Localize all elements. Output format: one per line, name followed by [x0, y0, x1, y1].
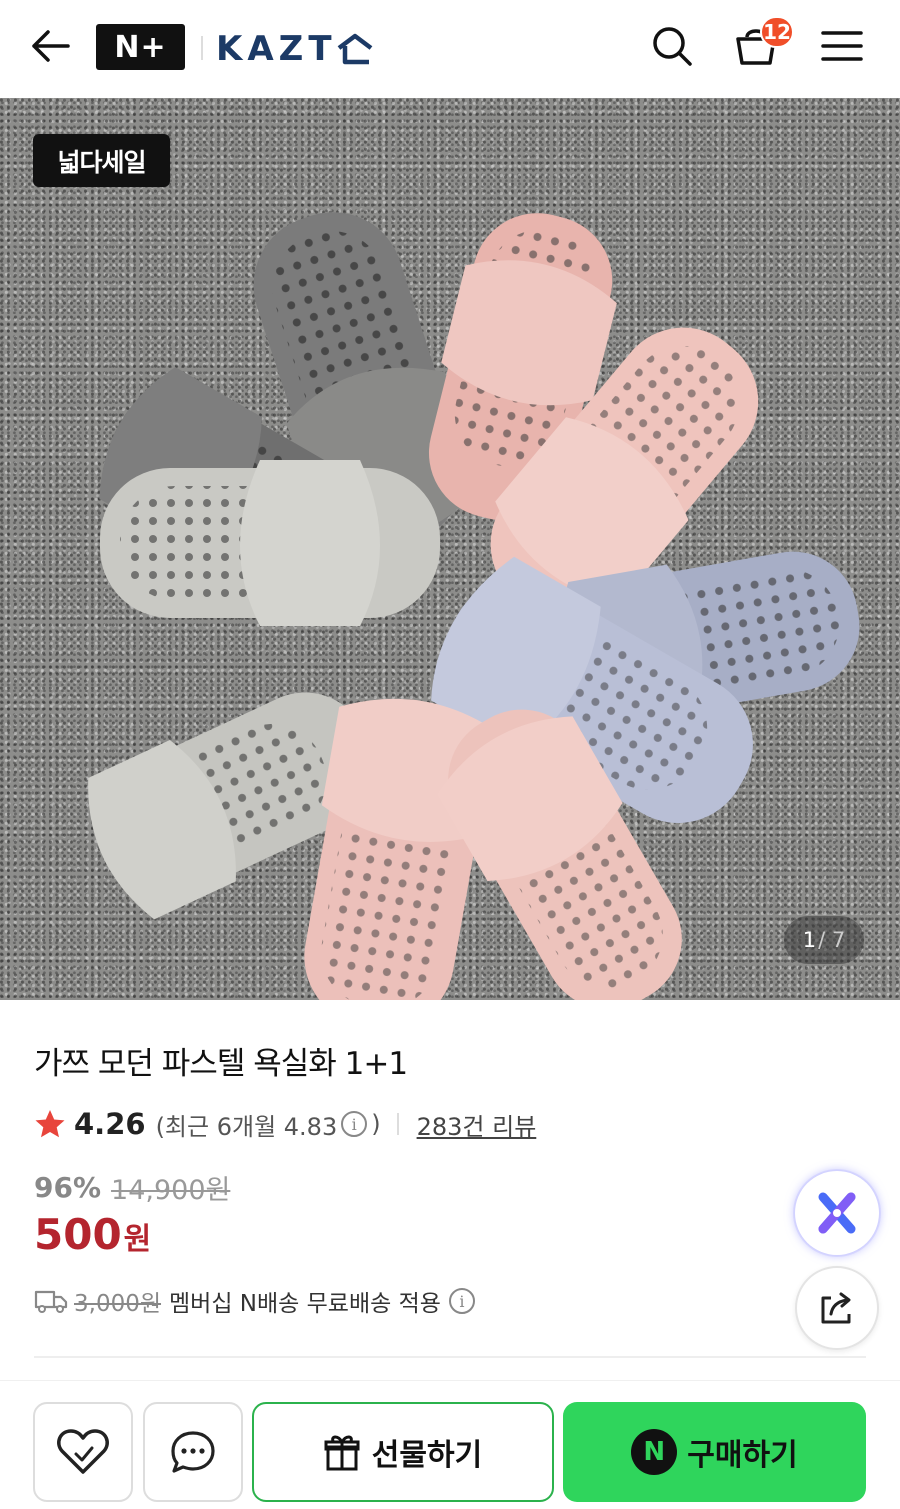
image-counter-total: / 7 [818, 928, 846, 952]
section-divider [34, 1356, 866, 1358]
shipping-benefit-text: 멤버십 N배송 무료배송 적용 [169, 1291, 441, 1317]
final-price-value: 500 [34, 1210, 122, 1259]
rating-row: 4.26 (최근 6개월 4.83 i ) 283건 리뷰 [34, 1102, 536, 1146]
brand-logo[interactable]: KAZT [216, 26, 375, 72]
truck-icon [34, 1290, 68, 1313]
gift-button-label: 선물하기 [371, 1438, 483, 1473]
buy-button[interactable]: N 구매하기 [563, 1402, 866, 1502]
nplus-logo[interactable]: N+ [96, 24, 185, 70]
product-title: 가쯔 모던 파스텔 욕실화 1+1 [34, 1046, 408, 1082]
back-button[interactable] [26, 22, 74, 70]
talk-talk-button[interactable] [143, 1402, 243, 1502]
shipping-info-icon[interactable]: i [448, 1288, 475, 1314]
rating-separator [396, 1113, 399, 1135]
ai-assistant-button[interactable] [795, 1171, 879, 1255]
gift-icon [324, 1435, 360, 1471]
rating-score: 4.26 [74, 1107, 146, 1141]
ai-assistant-icon [818, 1192, 856, 1234]
gift-button[interactable]: 선물하기 [252, 1402, 554, 1502]
final-price: 500 원 [34, 1210, 151, 1259]
share-icon [821, 1292, 851, 1324]
menu-button[interactable] [818, 22, 866, 70]
cart-count-badge: 12 [760, 16, 794, 48]
original-price: 14,900원 [111, 1175, 231, 1206]
share-button[interactable] [795, 1266, 879, 1350]
shipping-info: 3,000원 멤버십 N배송 무료배송 적용 i [34, 1281, 479, 1321]
original-shipping-fee: 3,000원 [74, 1291, 162, 1317]
sale-event-badge: 넓다세일 [33, 134, 170, 187]
recent-rating-suffix: ) [371, 1110, 381, 1138]
brand-name: KAZT [216, 29, 337, 69]
image-counter-current: 1 [802, 928, 817, 952]
buy-button-label: 구매하기 [687, 1438, 798, 1473]
hamburger-menu-icon [821, 31, 863, 61]
star-icon [35, 1110, 65, 1138]
search-button[interactable] [648, 22, 696, 70]
arrow-left-icon [32, 30, 70, 62]
heart-icon [57, 1429, 109, 1474]
review-count-link[interactable]: 283건 리뷰 [417, 1107, 537, 1142]
header-divider [201, 36, 203, 60]
image-counter: 1/ 7 [784, 916, 864, 964]
chat-icon [171, 1431, 215, 1473]
naver-pay-badge: N [631, 1429, 678, 1475]
price-original-row: 96% 14,900원 [34, 1168, 230, 1207]
final-price-unit: 원 [123, 1222, 152, 1257]
house-roof-icon [337, 33, 372, 65]
discount-rate: 96% [34, 1171, 102, 1204]
recent-rating-prefix: (최근 6개월 4.83 [155, 1112, 338, 1141]
recent-rating: (최근 6개월 4.83 i ) [156, 1107, 381, 1142]
info-icon[interactable]: i [341, 1111, 368, 1137]
product-photo-slippers [88, 212, 860, 1000]
like-button[interactable] [33, 1402, 133, 1502]
search-icon [653, 27, 692, 66]
product-image[interactable] [0, 98, 900, 1000]
